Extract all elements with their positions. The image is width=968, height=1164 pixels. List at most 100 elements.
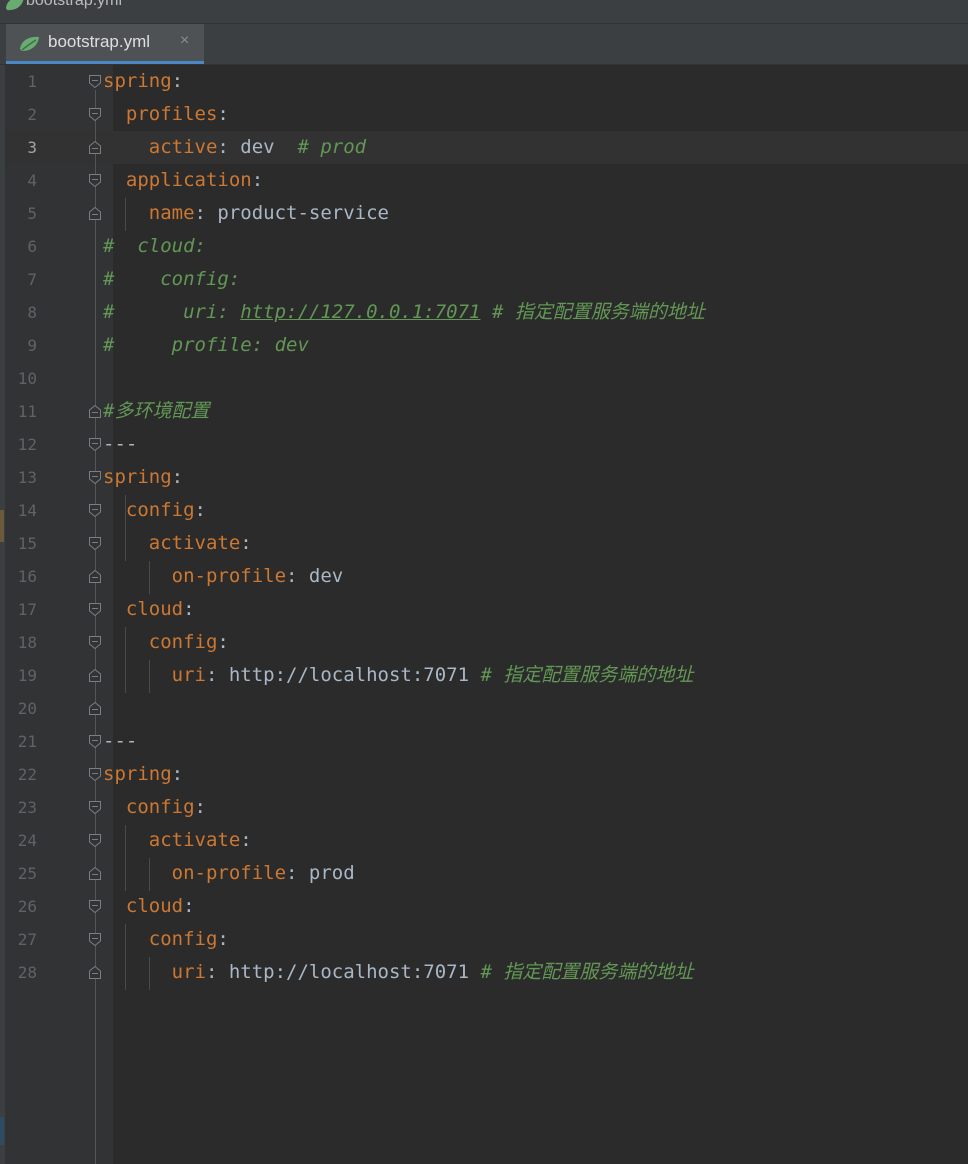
line-number: 6 xyxy=(27,237,37,256)
code-line[interactable]: 20 xyxy=(0,692,968,725)
code-text: cloud: xyxy=(103,890,195,923)
yaml-value: : xyxy=(240,532,252,554)
code-line[interactable]: 26 cloud: xyxy=(0,890,968,923)
code-line[interactable]: 1 spring: xyxy=(0,65,968,98)
code-line[interactable]: 6 # cloud: xyxy=(0,230,968,263)
line-number: 21 xyxy=(17,732,37,751)
fold-end-icon[interactable] xyxy=(88,965,102,980)
fold-end-icon[interactable] xyxy=(88,866,102,881)
line-number: 28 xyxy=(17,963,37,982)
fold-open-icon[interactable] xyxy=(88,437,102,452)
fold-end-icon[interactable] xyxy=(88,569,102,584)
fold-end-icon[interactable] xyxy=(88,701,102,716)
yaml-value: : xyxy=(217,103,229,125)
fold-open-icon[interactable] xyxy=(88,899,102,914)
code-line[interactable]: 28 uri: http://localhost:7071 # 指定配置服务端的… xyxy=(0,956,968,989)
yaml-key: cloud xyxy=(103,895,184,917)
yaml-value: : xyxy=(217,631,229,653)
fold-open-icon[interactable] xyxy=(88,107,102,122)
yaml-value: : dev xyxy=(217,136,298,158)
yaml-value: : xyxy=(240,829,252,851)
yaml-key: spring xyxy=(103,763,172,785)
fold-end-icon[interactable] xyxy=(88,404,102,419)
fold-open-icon[interactable] xyxy=(88,602,102,617)
fold-open-icon[interactable] xyxy=(88,74,102,89)
fold-open-icon[interactable] xyxy=(88,173,102,188)
fold-open-icon[interactable] xyxy=(88,767,102,782)
line-number: 19 xyxy=(17,666,37,685)
code-text: # cloud: xyxy=(103,230,206,263)
code-text: #多环境配置 xyxy=(103,395,209,428)
fold-end-icon[interactable] xyxy=(88,206,102,221)
yaml-key: on-profile xyxy=(103,565,287,587)
yaml-value: : xyxy=(171,763,184,785)
code-line[interactable]: 24 activate: xyxy=(0,824,968,857)
code-line[interactable]: 18 config: xyxy=(0,626,968,659)
code-line[interactable]: 13 spring: xyxy=(0,461,968,494)
yaml-key: activate xyxy=(103,532,241,554)
line-number: 27 xyxy=(17,930,37,949)
code-comment: # 指定配置服务端的地址 xyxy=(480,961,694,983)
fold-end-icon[interactable] xyxy=(88,668,102,683)
yaml-value: : xyxy=(194,499,206,521)
fold-end-icon[interactable] xyxy=(88,140,102,155)
code-comment: # cloud: xyxy=(103,235,206,257)
fold-open-icon[interactable] xyxy=(88,734,102,749)
code-line[interactable]: 23 config: xyxy=(0,791,968,824)
yaml-key: config xyxy=(103,631,218,653)
code-line[interactable]: 9 # profile: dev xyxy=(0,329,968,362)
close-icon[interactable]: × xyxy=(180,32,189,50)
fold-open-icon[interactable] xyxy=(88,635,102,650)
code-text: application: xyxy=(103,164,263,197)
line-number: 12 xyxy=(17,435,37,454)
code-line[interactable]: 14 config: xyxy=(0,494,968,527)
editor-tab-bar: bootstrap.yml × xyxy=(0,24,968,65)
code-line[interactable]: 15 activate: xyxy=(0,527,968,560)
tab-bootstrap-yml[interactable]: bootstrap.yml × xyxy=(6,24,204,64)
code-text: uri: http://localhost:7071 # 指定配置服务端的地址 xyxy=(103,659,694,692)
code-line[interactable]: 21 --- xyxy=(0,725,968,758)
code-text: --- xyxy=(103,725,137,758)
code-line[interactable]: 17 cloud: xyxy=(0,593,968,626)
yaml-key: active xyxy=(103,136,218,158)
code-line[interactable]: 5 name: product-service xyxy=(0,197,968,230)
yaml-key: on-profile xyxy=(103,862,287,884)
line-number: 18 xyxy=(17,633,37,652)
code-line[interactable]: 25 on-profile: prod xyxy=(0,857,968,890)
code-line[interactable]: 2 profiles: xyxy=(0,98,968,131)
code-line[interactable]: 12 --- xyxy=(0,428,968,461)
code-line[interactable]: 11 #多环境配置 xyxy=(0,395,968,428)
yaml-value: : dev xyxy=(286,565,344,587)
code-text: uri: http://localhost:7071 # 指定配置服务端的地址 xyxy=(103,956,694,989)
fold-open-icon[interactable] xyxy=(88,503,102,518)
code-line[interactable]: 10 xyxy=(0,362,968,395)
yaml-value: : xyxy=(183,598,195,620)
code-line[interactable]: 19 uri: http://localhost:7071 # 指定配置服务端的… xyxy=(0,659,968,692)
line-number: 1 xyxy=(27,72,37,91)
yaml-key: profiles xyxy=(103,103,218,125)
yaml-value: --- xyxy=(103,433,138,455)
code-comment: # 指定配置服务端的地址 xyxy=(480,664,694,686)
line-number: 15 xyxy=(17,534,37,553)
window-titlebar: bootstrap.yml xyxy=(0,0,968,24)
fold-open-icon[interactable] xyxy=(88,800,102,815)
fold-open-icon[interactable] xyxy=(88,833,102,848)
fold-open-icon[interactable] xyxy=(88,470,102,485)
code-line[interactable]: 22 spring: xyxy=(0,758,968,791)
yaml-value: : prod xyxy=(286,862,355,884)
line-number: 20 xyxy=(17,699,37,718)
spring-leaf-icon xyxy=(6,0,24,11)
spring-leaf-icon xyxy=(20,36,39,51)
fold-open-icon[interactable] xyxy=(88,932,102,947)
code-line[interactable]: 27 config: xyxy=(0,923,968,956)
code-line[interactable]: 16 on-profile: dev xyxy=(0,560,968,593)
fold-open-icon[interactable] xyxy=(88,536,102,551)
code-line[interactable]: 3 active: dev # prod xyxy=(0,131,968,164)
code-line[interactable]: 7 # config: xyxy=(0,263,968,296)
yaml-key: name xyxy=(103,202,195,224)
yaml-key: config xyxy=(103,928,218,950)
code-line[interactable]: 4 application: xyxy=(0,164,968,197)
code-line[interactable]: 8 # uri: http://127.0.0.1:7071 # 指定配置服务端的… xyxy=(0,296,968,329)
code-text: spring: xyxy=(103,65,183,98)
yaml-value: : xyxy=(194,796,206,818)
